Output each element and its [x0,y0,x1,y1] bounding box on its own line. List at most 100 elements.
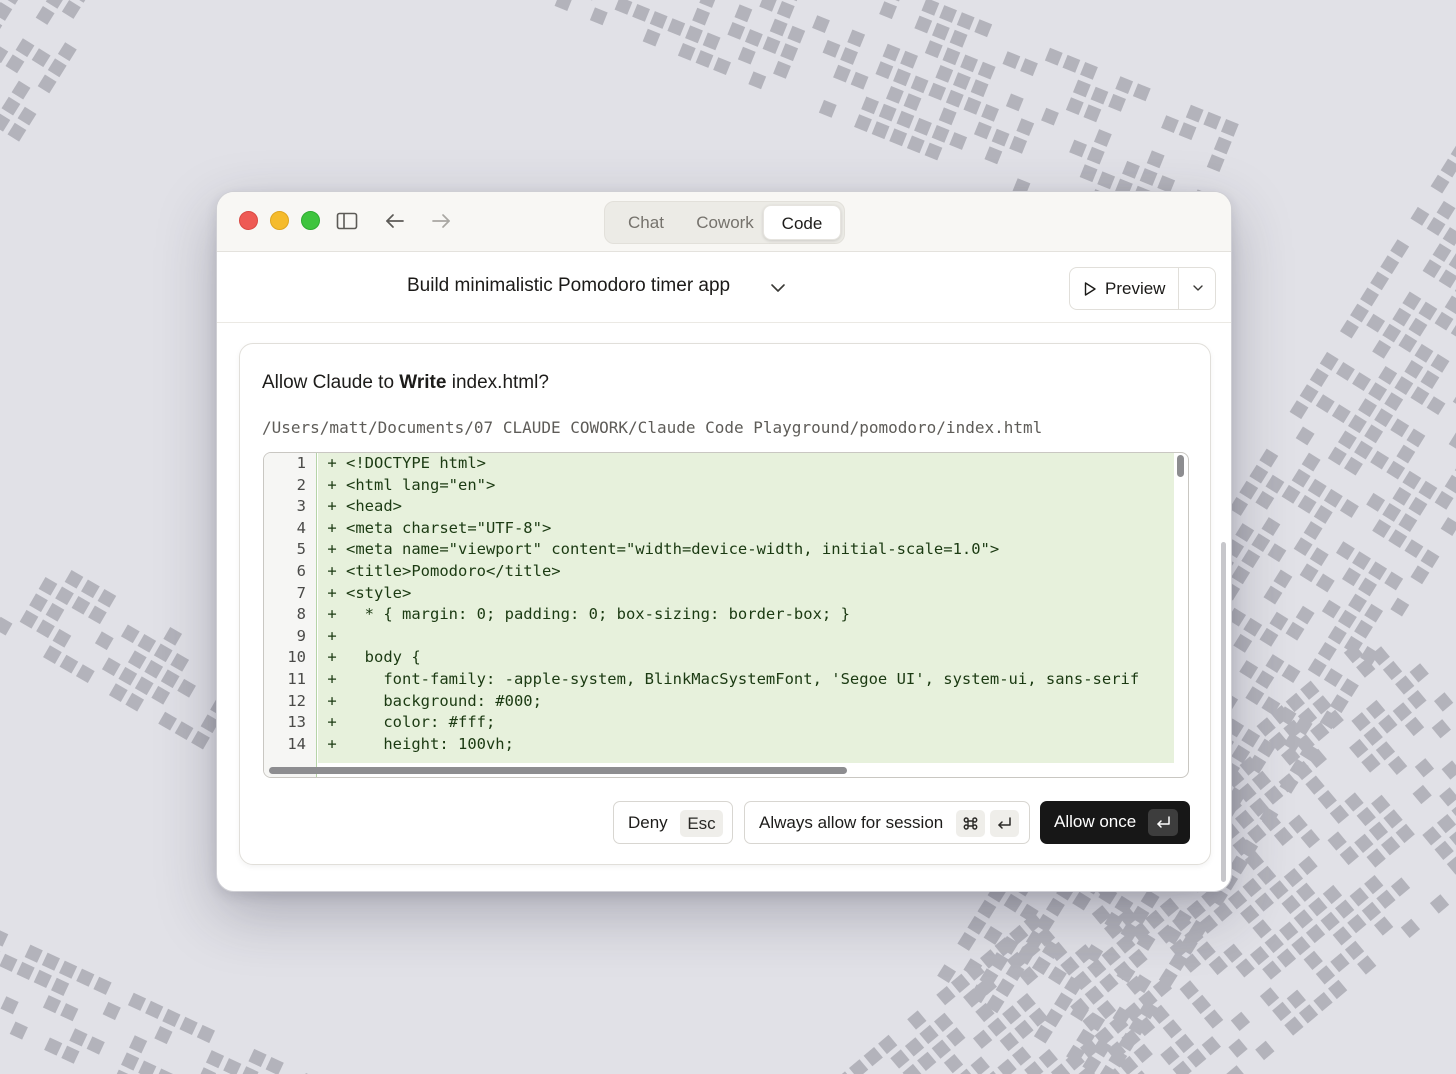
preview-menu-button[interactable] [1179,268,1216,309]
window-scrollbar[interactable] [1221,542,1226,882]
code-text: <html lang="en"> [346,475,496,494]
background-pixel [1444,295,1456,315]
tab-chat[interactable]: Chat [617,205,675,240]
background-pixel [1226,1065,1246,1074]
code-text: body { [346,648,421,667]
background-pixel [937,964,957,984]
background-pixel [931,22,950,41]
deny-button[interactable]: Deny Esc [613,801,733,844]
horizontal-scrollbar[interactable] [269,767,847,774]
background-pixel [554,0,573,12]
background-pixel [1065,97,1084,116]
background-pixel [134,676,154,696]
background-pixel [1368,382,1388,402]
arrow-right-icon[interactable] [429,209,453,233]
background-pixel [1394,376,1414,395]
chevron-down-icon [1193,285,1203,291]
background-pixel [822,39,841,58]
background-pixel [1293,909,1313,929]
background-pixel [33,969,52,988]
background-pixel [1281,894,1301,915]
code-text: height: 100vh; [346,734,514,753]
background-pixel [64,570,84,589]
background-pixel [1408,317,1428,337]
added-marker: + [318,713,346,732]
background-pixel [1422,259,1442,279]
background-pixel [871,121,890,140]
background-pixel [1433,692,1454,712]
tab-code[interactable]: Code [763,205,841,240]
background-pixel [144,659,164,679]
line-number: 5 [296,540,306,559]
background-pixel [1009,135,1028,154]
background-pixel [840,47,858,65]
background-pixel [1213,902,1233,922]
background-pixel [1398,513,1418,532]
background-pixel [924,142,943,161]
session-title[interactable]: Build minimalistic Pomodoro timer app [407,275,730,297]
background-pixel [81,579,100,599]
background-pixel [1451,801,1456,822]
code-text: color: #fff; [346,713,496,732]
added-marker: + [318,475,346,494]
background-pixel [1295,605,1315,625]
background-pixel [931,124,950,143]
added-marker: + [318,497,346,516]
background-pixel [1264,785,1284,805]
background-pixel [127,992,147,1011]
background-pixel [1133,1043,1153,1063]
background-pixel [1366,848,1386,868]
arrow-left-icon[interactable] [383,209,407,233]
background-pixel [946,1027,966,1047]
background-pixel [987,1017,1007,1037]
background-pixel [1404,539,1424,559]
background-pixel [75,664,95,683]
background-pixel [1038,1048,1058,1069]
background-pixel [759,0,778,12]
background-pixel [1450,142,1456,162]
background-pixel [1366,492,1386,512]
background-pixel [1299,384,1319,404]
background-pixel [1322,884,1343,905]
background-pixel [1267,543,1287,563]
background-pixel [861,96,879,115]
background-pixel [1288,814,1308,834]
sidebar-icon[interactable] [335,209,359,233]
app-window: Chat Cowork Code Build minimalistic Pomo… [216,191,1232,892]
background-pixel [934,1012,954,1032]
allow-once-button[interactable]: Allow once [1040,801,1190,844]
background-pixel [1439,787,1456,807]
background-pixel [42,995,62,1014]
zoom-window-button[interactable] [301,211,320,230]
background-pixel [35,5,55,25]
background-pixel [773,60,791,79]
background-pixel [702,32,721,51]
background-pixel [1364,875,1384,895]
minimize-window-button[interactable] [270,211,289,230]
background-pixel [1028,1007,1049,1027]
background-pixel [160,669,180,689]
background-pixel [875,61,894,80]
background-pixel [1178,122,1197,141]
background-pixel [1332,926,1352,946]
tab-cowork[interactable]: Cowork [687,205,763,240]
background-pixel [1382,323,1402,343]
background-pixel [938,107,957,126]
code-diff-viewer[interactable]: 1 2 3 4 5 6 7 8 9 10 11 12 13 14 + <!DOCTYPE html> + … [263,452,1189,778]
chevron-down-icon[interactable] [768,278,788,298]
background-pixel [893,68,911,87]
background-pixel [1083,104,1102,123]
preview-button[interactable]: Preview [1070,268,1178,309]
background-pixel [1361,901,1382,922]
always-allow-button[interactable]: Always allow for session [744,801,1030,844]
background-pixel [1296,882,1316,902]
background-pixel [76,968,95,987]
background-pixel [1289,400,1309,420]
background-pixel [1378,714,1398,734]
background-pixel [1392,307,1412,327]
vertical-scrollbar[interactable] [1177,455,1184,477]
background-pixel [1354,440,1373,460]
background-pixel [1084,985,1104,1005]
close-window-button[interactable] [239,211,258,230]
background-pixel [37,74,57,94]
